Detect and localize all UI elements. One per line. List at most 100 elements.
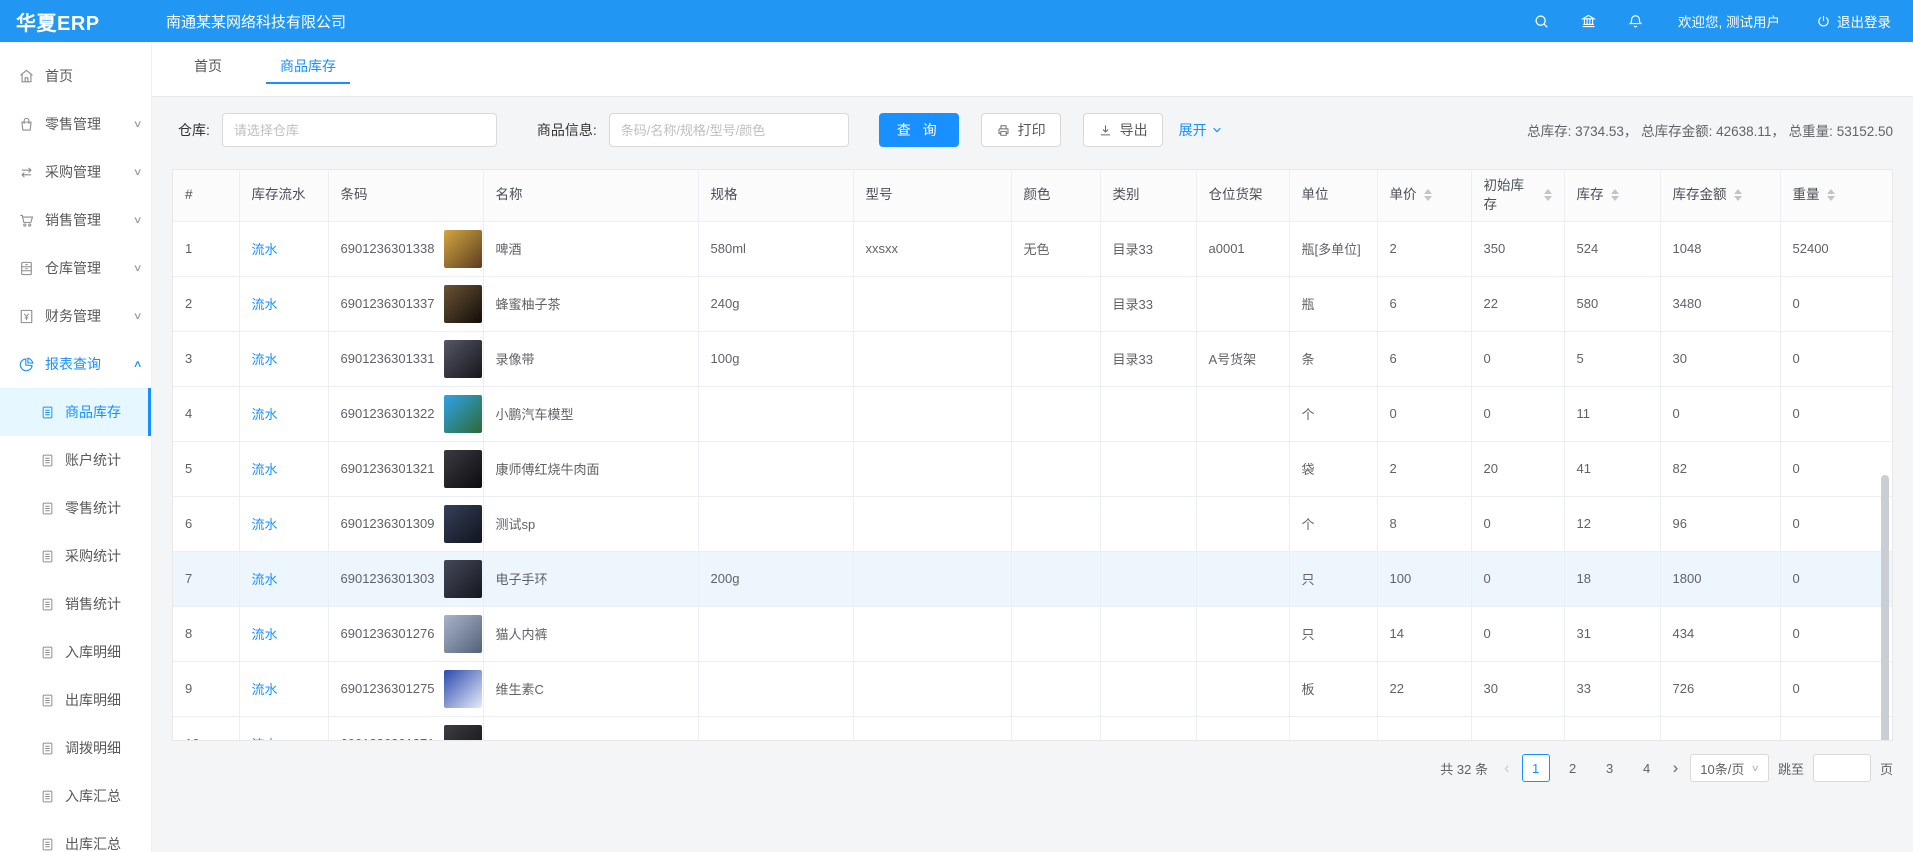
page-number-button[interactable]: 2	[1559, 754, 1587, 782]
tab-bar: 首页 商品库存	[152, 42, 1913, 97]
product-thumbnail[interactable]	[444, 450, 482, 488]
retail-icon	[18, 116, 35, 133]
product-thumbnail[interactable]	[444, 285, 482, 323]
logout-button[interactable]: 退出登录	[1816, 11, 1891, 31]
sort-caret-icon[interactable]	[1827, 189, 1835, 201]
sidebar-item[interactable]: 销售管理	[0, 196, 151, 244]
sidebar-item[interactable]: 零售统计	[0, 484, 151, 532]
cell-unit: 板	[1289, 661, 1377, 716]
stock-flow-link[interactable]: 流水	[252, 627, 278, 642]
sidebar-item[interactable]: 仓库管理	[0, 244, 151, 292]
sidebar-item[interactable]: 商品库存	[0, 388, 151, 436]
table-row[interactable]: 3 流水 6901236301331 录像带 100g	[173, 331, 1892, 386]
warehouse-select-input[interactable]	[222, 113, 497, 147]
sidebar-item[interactable]: 账户统计	[0, 436, 151, 484]
stock-flow-link[interactable]: 流水	[252, 682, 278, 697]
product-thumbnail[interactable]	[444, 725, 482, 742]
stock-flow-link[interactable]: 流水	[252, 352, 278, 367]
doc-icon	[40, 405, 55, 420]
table-scrollbar[interactable]	[1881, 475, 1889, 741]
app-window: 华夏ERP 南通某某网络科技有限公司 欢迎您, 测试用户 退出登录 首页	[0, 0, 1913, 852]
page-number-button[interactable]: 4	[1633, 754, 1661, 782]
prev-page-button[interactable]: ‹	[1501, 755, 1513, 781]
logout-icon	[1816, 14, 1831, 29]
tab[interactable]: 商品库存	[264, 48, 352, 84]
bank-icon[interactable]	[1580, 13, 1597, 30]
sidebar-item[interactable]: 调拨明细	[0, 724, 151, 772]
product-thumbnail[interactable]	[444, 560, 482, 598]
sidebar-item[interactable]: 报表查询	[0, 340, 151, 388]
stock-flow-link[interactable]: 流水	[252, 517, 278, 532]
page-number-button[interactable]: 3	[1596, 754, 1624, 782]
column-header: #	[173, 170, 239, 221]
stock-flow-link[interactable]: 流水	[252, 572, 278, 587]
cell-name: 蜂蜜柚子茶	[483, 276, 698, 331]
doc-icon	[40, 501, 55, 516]
product-thumbnail[interactable]	[444, 340, 482, 378]
page-number-button[interactable]: 1	[1522, 754, 1550, 782]
cell-stock-amount: 3480	[1660, 276, 1780, 331]
export-button[interactable]: 导出	[1083, 113, 1163, 147]
table-row[interactable]: 2 流水 6901236301337 蜂蜜柚子茶 240g	[173, 276, 1892, 331]
sidebar-item[interactable]: 首页	[0, 52, 151, 100]
cell-index: 5	[173, 441, 239, 496]
cell-weight: 0	[1780, 441, 1892, 496]
jump-page-input[interactable]	[1813, 754, 1871, 782]
sidebar-item[interactable]: 出库明细	[0, 676, 151, 724]
product-thumbnail[interactable]	[444, 505, 482, 543]
tab[interactable]: 首页	[178, 48, 238, 84]
expand-toggle[interactable]: 展开	[1179, 120, 1223, 140]
product-thumbnail[interactable]	[444, 230, 482, 268]
cell-unit: 个	[1289, 496, 1377, 551]
sidebar-item[interactable]: 出库汇总	[0, 820, 151, 852]
chevron-down-icon	[1211, 124, 1223, 136]
bell-icon[interactable]	[1627, 13, 1644, 30]
search-button[interactable]: 查 询	[879, 113, 959, 147]
table-row[interactable]: 8 流水 6901236301276 猫人内裤	[173, 606, 1892, 661]
sidebar-item[interactable]: 财务管理	[0, 292, 151, 340]
cell-barcode: 6901236301322	[341, 406, 435, 421]
table-row[interactable]: 10 流水 6901236301271	[173, 716, 1892, 741]
product-thumbnail[interactable]	[444, 615, 482, 653]
table-row[interactable]: 1 流水 6901236301338 啤酒 580ml	[173, 221, 1892, 276]
cell-color	[1011, 276, 1100, 331]
sidebar-item[interactable]: 入库汇总	[0, 772, 151, 820]
doc-icon	[40, 837, 55, 852]
sidebar-item[interactable]: 零售管理	[0, 100, 151, 148]
sidebar-item[interactable]: 入库明细	[0, 628, 151, 676]
stock-flow-link[interactable]: 流水	[252, 242, 278, 257]
sidebar-item[interactable]: 采购管理	[0, 148, 151, 196]
stock-flow-link[interactable]: 流水	[252, 297, 278, 312]
print-button[interactable]: 打印	[981, 113, 1061, 147]
cell-name: 猫人内裤	[483, 606, 698, 661]
stock-flow-link[interactable]: 流水	[252, 737, 278, 741]
table-row[interactable]: 9 流水 6901236301275 维生素C	[173, 661, 1892, 716]
next-page-button[interactable]: ›	[1670, 755, 1682, 781]
stock-flow-link[interactable]: 流水	[252, 407, 278, 422]
table-row[interactable]: 4 流水 6901236301322 小鹏汽车模型	[173, 386, 1892, 441]
product-thumbnail[interactable]	[444, 670, 482, 708]
page-size-select[interactable]: 10条/页 ∨	[1690, 754, 1769, 782]
table-row[interactable]: 6 流水 6901236301309 测试sp	[173, 496, 1892, 551]
sidebar-item[interactable]: 采购统计	[0, 532, 151, 580]
cell-unit: 瓶	[1289, 276, 1377, 331]
sort-caret-icon[interactable]	[1734, 189, 1742, 201]
sort-caret-icon[interactable]	[1544, 189, 1552, 201]
table-row[interactable]: 7 流水 6901236301303 电子手环 200g	[173, 551, 1892, 606]
cell-color: 无色	[1011, 221, 1100, 276]
cell-spec	[698, 606, 853, 661]
product-thumbnail[interactable]	[444, 395, 482, 433]
cell-stock: 5	[1564, 331, 1660, 386]
sort-caret-icon[interactable]	[1424, 189, 1432, 201]
table-row[interactable]: 5 流水 6901236301321 康师傅红烧牛肉面	[173, 441, 1892, 496]
product-info-input[interactable]	[609, 113, 849, 147]
stock-flow-link[interactable]: 流水	[252, 462, 278, 477]
cell-model	[853, 276, 1011, 331]
sort-caret-icon[interactable]	[1611, 189, 1619, 201]
cell-price: 2	[1377, 221, 1471, 276]
cell-initial-stock: 0	[1471, 496, 1564, 551]
doc-icon	[40, 741, 55, 756]
search-icon[interactable]	[1533, 13, 1550, 30]
cell-category	[1100, 441, 1196, 496]
sidebar-item[interactable]: 销售统计	[0, 580, 151, 628]
